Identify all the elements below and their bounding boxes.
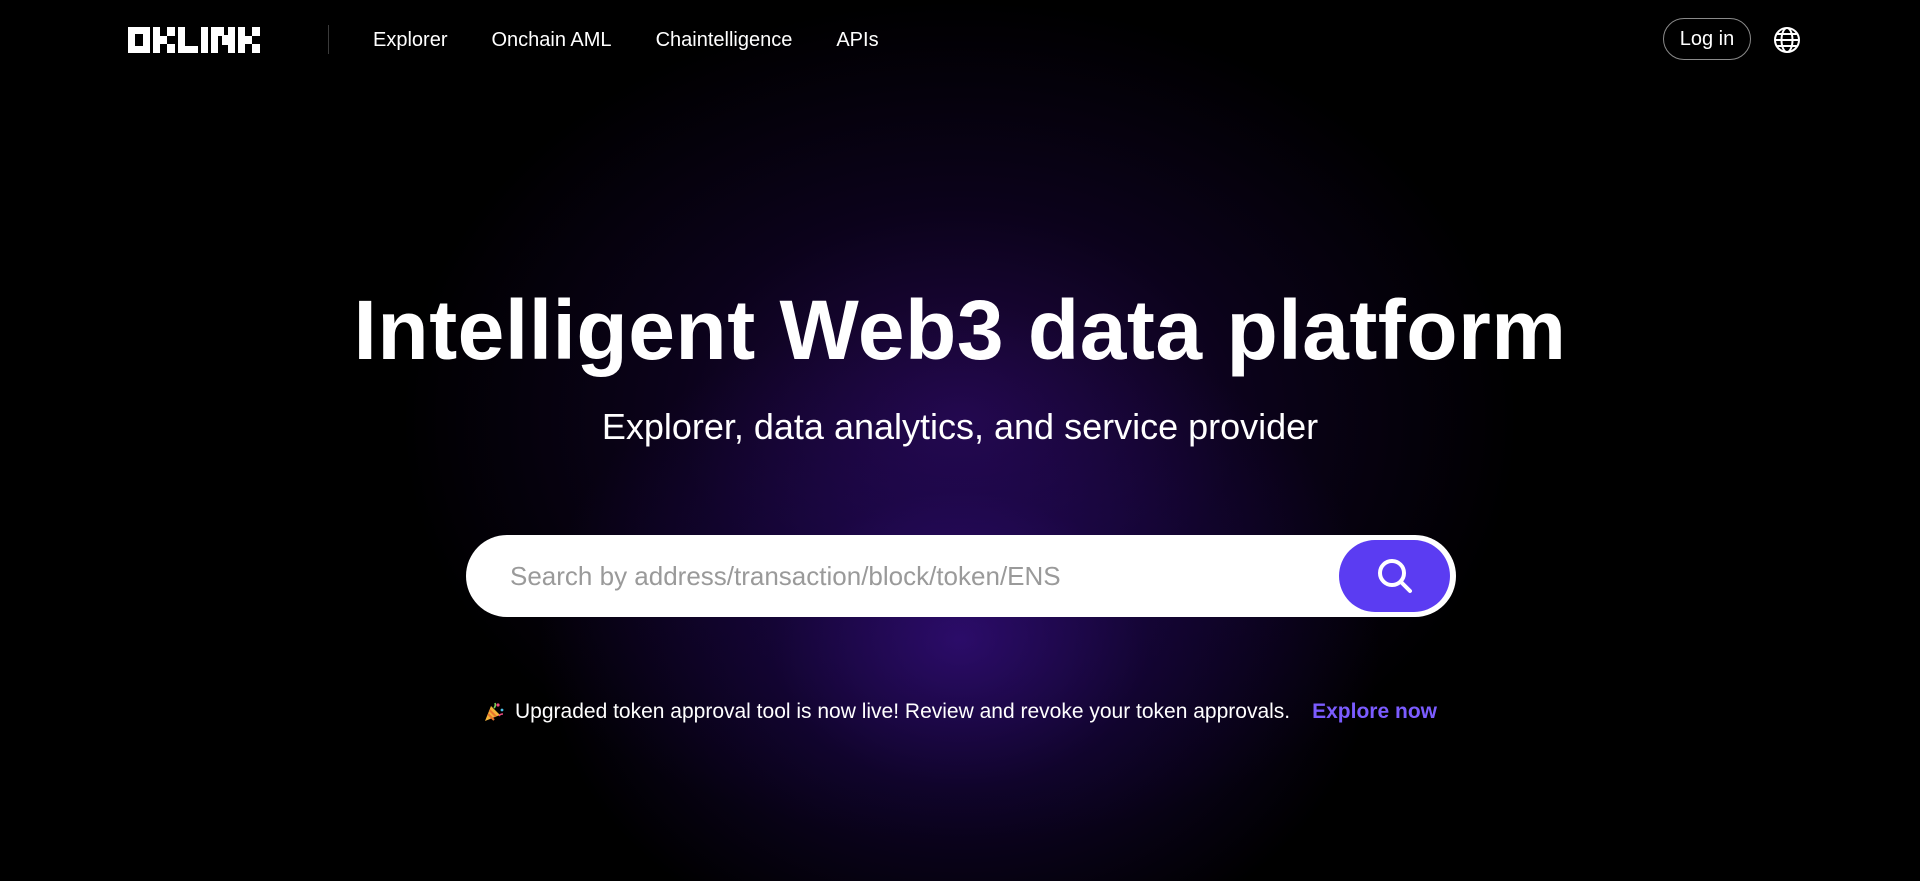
page: Explorer Onchain AML Chaintelligence API… [0, 0, 1920, 881]
main-nav: Explorer Onchain AML Chaintelligence API… [373, 0, 879, 80]
nav-item-chaintelligence[interactable]: Chaintelligence [656, 29, 793, 52]
nav-item-apis[interactable]: APIs [836, 29, 878, 52]
oklink-logo[interactable] [128, 27, 260, 53]
logo-letter-k-2 [238, 27, 260, 53]
nav-item-onchain-aml[interactable]: Onchain AML [491, 29, 611, 52]
announcement-bar: Upgraded token approval tool is now live… [0, 700, 1920, 724]
globe-icon[interactable] [1773, 26, 1801, 54]
explore-now-link[interactable]: Explore now [1312, 700, 1437, 724]
search-bar [466, 535, 1456, 617]
logo-letter-o [128, 27, 150, 53]
logo-letter-k [153, 27, 175, 53]
hero-subtitle: Explorer, data analytics, and service pr… [601, 406, 1319, 447]
search-icon [1377, 559, 1412, 593]
logo-letter-l [178, 27, 198, 53]
announcement-text: Upgraded token approval tool is now live… [515, 700, 1291, 723]
login-button[interactable]: Log in [1663, 18, 1751, 60]
search-input[interactable] [510, 535, 1310, 617]
top-navigation-bar: Explorer Onchain AML Chaintelligence API… [0, 0, 1920, 80]
hero-title: Intelligent Web3 data platform [353, 283, 1567, 377]
nav-item-explorer[interactable]: Explorer [373, 29, 447, 52]
logo-letter-n [211, 27, 235, 53]
party-popper-icon [485, 702, 504, 721]
header-divider [328, 25, 329, 54]
logo-letter-i [201, 27, 208, 53]
search-button[interactable] [1339, 540, 1450, 612]
